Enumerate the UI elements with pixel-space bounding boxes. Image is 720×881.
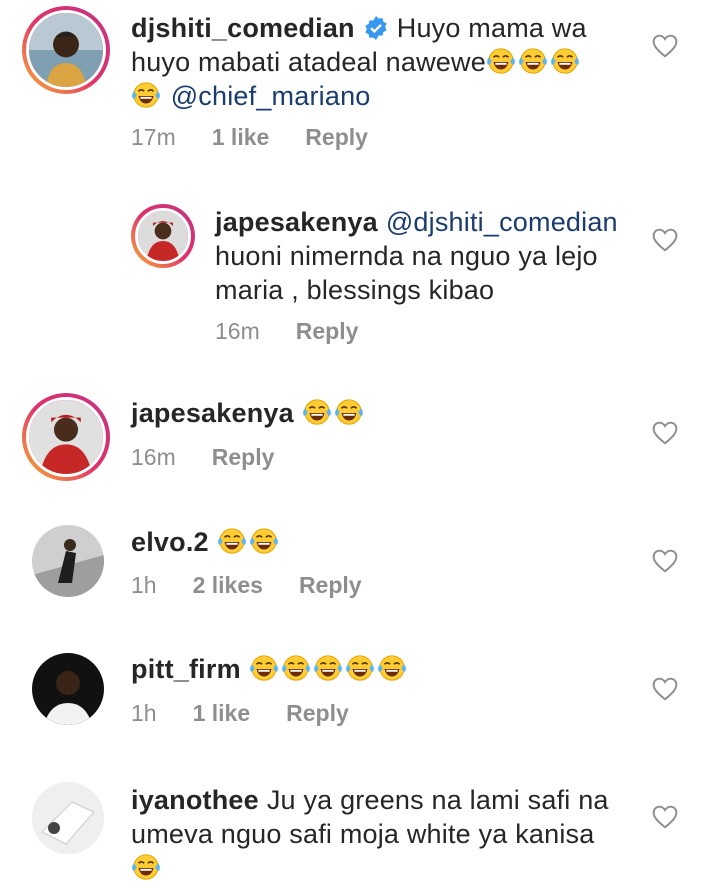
comment-text: japesakenya @djshiti_comedian huoni nimer… <box>215 205 655 307</box>
mention-link[interactable]: @chief_mariano <box>171 81 371 111</box>
heart-outline-icon[interactable] <box>652 805 678 829</box>
reply-button[interactable]: Reply <box>296 318 359 344</box>
comment-time: 1h <box>131 572 157 598</box>
comment-meta: 16m Reply <box>215 317 394 345</box>
comment-username[interactable]: djshiti_comedian <box>131 13 355 43</box>
laughing-tears-emoji <box>550 46 580 76</box>
comment-time: 1h <box>131 700 157 726</box>
comment-username[interactable]: elvo.2 <box>131 527 209 557</box>
laughing-tears-emoji <box>281 653 311 683</box>
comment-body-line2: maria , blessings kibao <box>215 275 495 305</box>
laughing-tears-emoji <box>313 653 343 683</box>
profile-photo <box>32 653 104 725</box>
comment-body-line2: umeva nguo safi moja white ya kanisa <box>131 819 595 849</box>
reply-button[interactable]: Reply <box>299 572 362 598</box>
laughing-tears-emoji <box>345 653 375 683</box>
laughing-tears-emoji <box>249 653 279 683</box>
heart-outline-icon[interactable] <box>652 549 678 573</box>
comment-text: elvo.2 <box>131 525 631 559</box>
likes-count[interactable]: 1 like <box>193 700 251 726</box>
laughing-tears-emoji <box>131 80 161 110</box>
avatar[interactable] <box>131 204 195 268</box>
comment-time: 16m <box>215 318 260 344</box>
laughing-tears-emoji <box>518 46 548 76</box>
profile-photo <box>138 211 188 261</box>
comment-meta: 1h 2 likes Reply <box>131 571 398 599</box>
laughing-tears-emoji <box>131 852 161 881</box>
avatar[interactable] <box>22 393 110 481</box>
likes-count[interactable]: 1 like <box>212 124 270 150</box>
heart-outline-icon[interactable] <box>652 34 678 58</box>
laughing-tears-emoji <box>302 397 332 427</box>
comment-time: 16m <box>131 444 176 470</box>
heart-outline-icon[interactable] <box>652 228 678 252</box>
comment-text: iyanothee Ju ya greens na lami safi na um… <box>131 783 651 881</box>
profile-photo <box>32 782 104 854</box>
heart-outline-icon[interactable] <box>652 421 678 445</box>
reply-button[interactable]: Reply <box>305 124 368 150</box>
comment-meta: 17m 1 like Reply <box>131 123 404 151</box>
comment-text: japesakenya <box>131 396 631 430</box>
laughing-tears-emoji <box>377 653 407 683</box>
laughing-tears-emoji <box>486 46 516 76</box>
comment-username[interactable]: japesakenya <box>131 398 294 428</box>
laughing-tears-emoji <box>217 526 247 556</box>
profile-photo <box>32 525 104 597</box>
reply-button[interactable]: Reply <box>286 700 349 726</box>
laughing-tears-emoji <box>249 526 279 556</box>
comment-body-line1: Huyo mama wa <box>396 13 587 43</box>
reply-button[interactable]: Reply <box>212 444 275 470</box>
comment-body-line1: Ju ya greens na lami safi na <box>266 785 609 815</box>
comment-meta: 16m Reply <box>131 443 310 471</box>
verified-badge-icon <box>365 16 387 40</box>
comment-text: pitt_firm <box>131 652 631 686</box>
likes-count[interactable]: 2 likes <box>193 572 263 598</box>
avatar[interactable] <box>22 6 110 94</box>
comment-time: 17m <box>131 124 176 150</box>
comment-username[interactable]: japesakenya <box>215 207 378 237</box>
comment-username[interactable]: pitt_firm <box>131 654 241 684</box>
heart-outline-icon[interactable] <box>652 677 678 701</box>
avatar[interactable] <box>32 525 104 597</box>
comment-body-line2: huyo mabati atadeal nawewe <box>131 47 486 77</box>
mention-link[interactable]: @djshiti_comedian <box>386 207 618 237</box>
avatar[interactable] <box>32 782 104 854</box>
profile-photo <box>29 400 103 474</box>
comment-meta: 1h 1 like Reply <box>131 699 385 727</box>
avatar[interactable] <box>32 653 104 725</box>
comment-text: djshiti_comedian Huyo mama wa huyo mabati… <box>131 11 661 113</box>
laughing-tears-emoji <box>334 397 364 427</box>
comment-body-line1: huoni nimernda na nguo ya lejo <box>215 241 598 271</box>
profile-photo <box>29 13 103 87</box>
comment-username[interactable]: iyanothee <box>131 785 259 815</box>
